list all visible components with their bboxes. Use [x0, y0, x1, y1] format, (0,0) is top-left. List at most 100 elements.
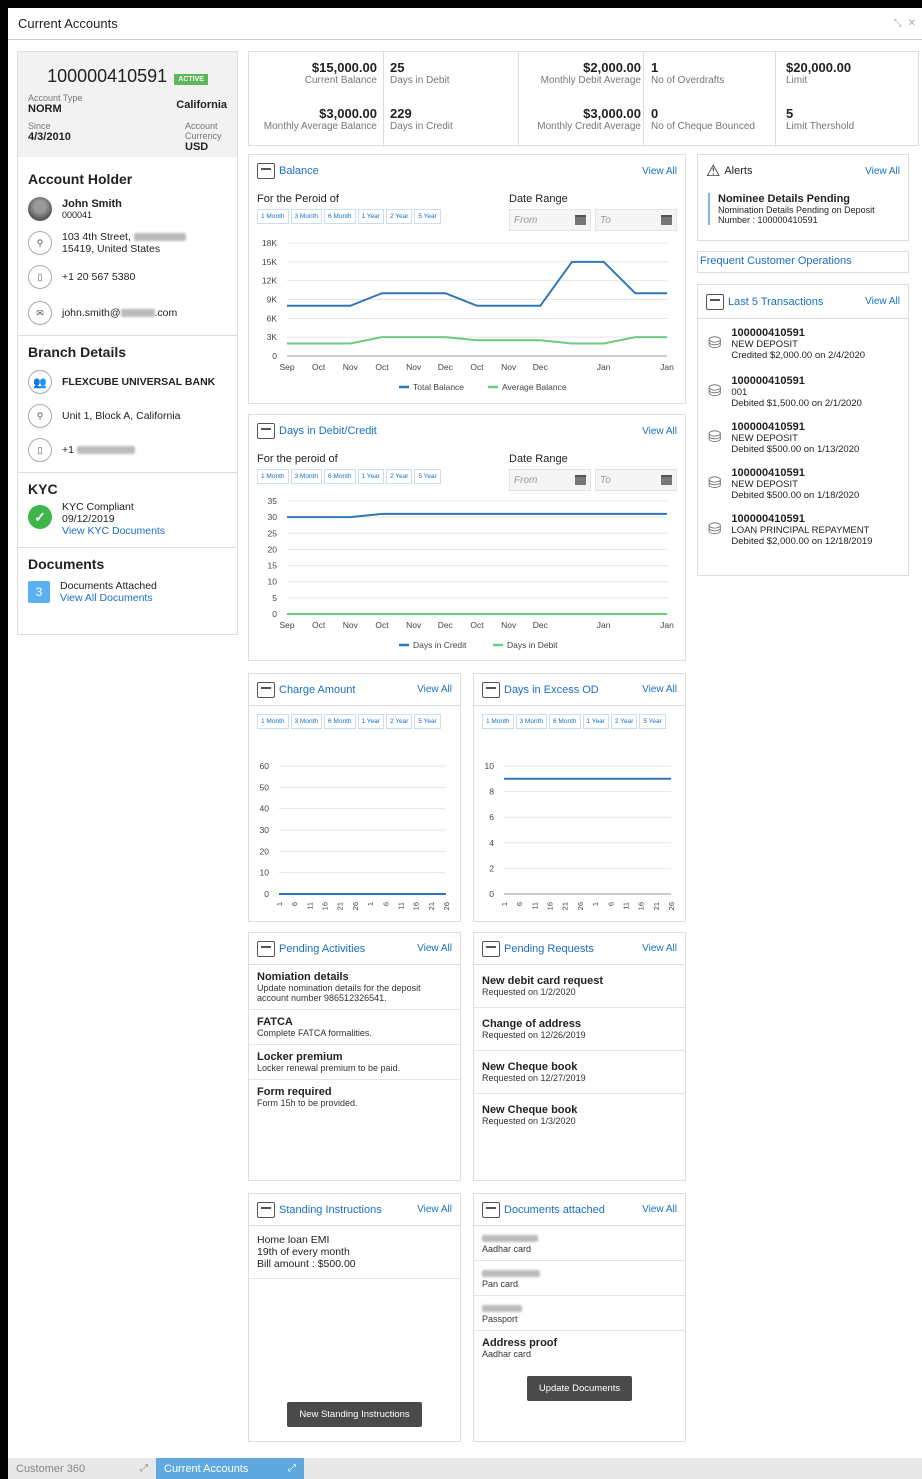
- alerts-view-all[interactable]: View All: [865, 166, 900, 177]
- pending-requests-title: Pending Requests: [504, 942, 594, 955]
- list-item[interactable]: Locker premium Locker renewal premium to…: [249, 1045, 460, 1080]
- alert-desc: Nomination Details Pending on Deposit: [718, 205, 875, 215]
- instruction-schedule: 19th of every month: [257, 1246, 350, 1258]
- transaction-row[interactable]: ⛁ 100000410591 NEW DEPOSIT Credited $2,0…: [698, 319, 908, 369]
- document-number-redacted: [482, 1234, 538, 1242]
- excess-od-view-all[interactable]: View All: [642, 684, 677, 695]
- document-number-redacted: [482, 1304, 522, 1312]
- period-3-month[interactable]: 3 Month: [515, 714, 547, 729]
- list-item[interactable]: Address proof Aadhar card: [474, 1331, 685, 1365]
- minimize-icon[interactable]: ⤡: [894, 18, 902, 29]
- transaction-row[interactable]: ⛁ 100000410591 NEW DEPOSIT Debited $500.…: [698, 415, 908, 461]
- period-1-year[interactable]: 1 Year: [582, 714, 609, 729]
- transaction-detail: Debited $500.00 on 1/13/2020: [731, 444, 860, 455]
- period-2-year[interactable]: 2 Year: [385, 469, 413, 484]
- y-tick-label: 9K: [267, 295, 278, 305]
- calendar-icon: [661, 475, 672, 485]
- list-item[interactable]: Change of address Requested on 12/26/201…: [474, 1008, 685, 1051]
- period-3-month[interactable]: 3 Month: [290, 209, 322, 224]
- standing-instructions-view-all[interactable]: View All: [417, 1204, 452, 1215]
- days-debit-credit-view-all[interactable]: View All: [642, 426, 677, 437]
- document-number-redacted: [482, 1269, 540, 1277]
- list-item[interactable]: New debit card request Requested on 1/2/…: [474, 965, 685, 1008]
- debit-to-date[interactable]: To: [595, 469, 677, 491]
- frequent-operations-title[interactable]: Frequent Customer Operations: [700, 255, 852, 267]
- document-type: Pan card: [482, 1279, 519, 1289]
- currency-value: USD: [185, 141, 209, 153]
- period-1-year[interactable]: 1 Year: [357, 209, 384, 224]
- x-tick-label: 16: [637, 902, 646, 910]
- period-1-month[interactable]: 1 Month: [257, 714, 289, 729]
- period-6-month[interactable]: 6 Month: [324, 714, 356, 729]
- period-1-year[interactable]: 1 Year: [357, 714, 384, 729]
- period-5-year[interactable]: 5 Year: [414, 714, 441, 729]
- period-6-month[interactable]: 6 Month: [549, 714, 581, 729]
- period-5-year[interactable]: 5 Year: [414, 209, 441, 224]
- list-item[interactable]: Nomiation details Update nomination deta…: [249, 965, 460, 1010]
- new-standing-instructions-button[interactable]: New Standing Instructions: [287, 1402, 422, 1427]
- list-item[interactable]: FATCA Complete FATCA formalities.: [249, 1010, 460, 1045]
- request-date: Requested on 1/2/2020: [482, 987, 576, 997]
- y-tick-label: 0: [489, 889, 494, 899]
- balance-from-date[interactable]: From: [509, 209, 591, 231]
- monthly-avg-balance-value: $3,000.00: [319, 106, 377, 121]
- y-tick-label: 35: [268, 497, 278, 506]
- x-tick-label: Dec: [438, 362, 454, 372]
- y-tick-label: 4: [489, 838, 494, 848]
- period-5-year[interactable]: 5 Year: [639, 714, 666, 729]
- x-tick-label: 26: [351, 902, 360, 910]
- period-3-month[interactable]: 3 Month: [290, 714, 322, 729]
- balance-icon: [257, 163, 275, 179]
- list-item[interactable]: Aadhar card: [474, 1226, 685, 1261]
- charge-view-all[interactable]: View All: [417, 684, 452, 695]
- task-current-accounts[interactable]: Current Accounts ⤢: [156, 1458, 304, 1479]
- balance-view-all[interactable]: View All: [642, 166, 677, 177]
- transaction-row[interactable]: ⛁ 100000410591 NEW DEPOSIT Debited $500.…: [698, 461, 908, 507]
- period-2-year[interactable]: 2 Year: [610, 714, 638, 729]
- period-1-month[interactable]: 1 Month: [257, 209, 289, 224]
- alert-item[interactable]: Nominee Details Pending Nomination Detai…: [708, 193, 898, 225]
- period-2-year[interactable]: 2 Year: [385, 714, 413, 729]
- expand-icon[interactable]: ⤢: [288, 1463, 296, 1474]
- current-balance-value: $15,000.00: [311, 60, 377, 75]
- calendar-icon: [575, 215, 586, 225]
- y-tick-label: 25: [268, 528, 278, 538]
- balance-to-date[interactable]: To: [595, 209, 677, 231]
- document-type: Aadhar card: [482, 1244, 532, 1254]
- transaction-row[interactable]: ⛁ 100000410591 LOAN PRINCIPAL REPAYMENT …: [698, 507, 908, 553]
- list-item[interactable]: Pan card: [474, 1261, 685, 1296]
- email-prefix: john.smith@: [62, 307, 121, 319]
- period-5-year[interactable]: 5 Year: [414, 469, 441, 484]
- view-kyc-documents-link[interactable]: View KYC Documents: [62, 525, 165, 537]
- monthly-credit-avg-label: Monthly Credit Average: [537, 121, 641, 132]
- x-tick-label: 21: [427, 902, 436, 910]
- avatar: [28, 197, 52, 221]
- update-documents-button[interactable]: Update Documents: [526, 1376, 633, 1401]
- period-1-year[interactable]: 1 Year: [357, 469, 384, 484]
- task-customer-360[interactable]: Customer 360 ⤢: [8, 1458, 156, 1479]
- period-6-month[interactable]: 6 Month: [324, 209, 356, 224]
- list-item[interactable]: New Cheque book Requested on 12/27/2019: [474, 1051, 685, 1094]
- period-1-month[interactable]: 1 Month: [482, 714, 514, 729]
- period-1-month[interactable]: 1 Month: [257, 469, 289, 484]
- debit-from-date[interactable]: From: [509, 469, 591, 491]
- list-item[interactable]: Form required Form 15h to be provided.: [249, 1080, 460, 1114]
- transactions-view-all[interactable]: View All: [865, 296, 900, 307]
- list-item[interactable]: Passport: [474, 1296, 685, 1331]
- period-2-year[interactable]: 2 Year: [385, 209, 413, 224]
- transaction-row[interactable]: ⛁ 100000410591 001 Debited $1,500.00 on …: [698, 369, 908, 415]
- frequent-operations[interactable]: Frequent Customer Operations: [697, 251, 909, 273]
- view-all-documents-link[interactable]: View All Documents: [60, 592, 157, 604]
- documents-attached-view-all[interactable]: View All: [642, 1204, 677, 1215]
- y-tick-label: 6K: [267, 313, 278, 323]
- expand-icon[interactable]: ⤢: [140, 1463, 148, 1474]
- list-item[interactable]: Home loan EMI 19th of every month Bill a…: [249, 1226, 460, 1279]
- period-3-month[interactable]: 3 Month: [290, 469, 322, 484]
- legend-label: Days in Credit: [413, 640, 467, 650]
- list-item[interactable]: New Cheque book Requested on 1/3/2020: [474, 1094, 685, 1136]
- close-icon[interactable]: ✕: [908, 18, 916, 29]
- pending-requests-view-all[interactable]: View All: [642, 943, 677, 954]
- period-6-month[interactable]: 6 Month: [324, 469, 356, 484]
- pending-activities-view-all[interactable]: View All: [417, 943, 452, 954]
- branch-address: Unit 1, Block A, California: [62, 410, 181, 422]
